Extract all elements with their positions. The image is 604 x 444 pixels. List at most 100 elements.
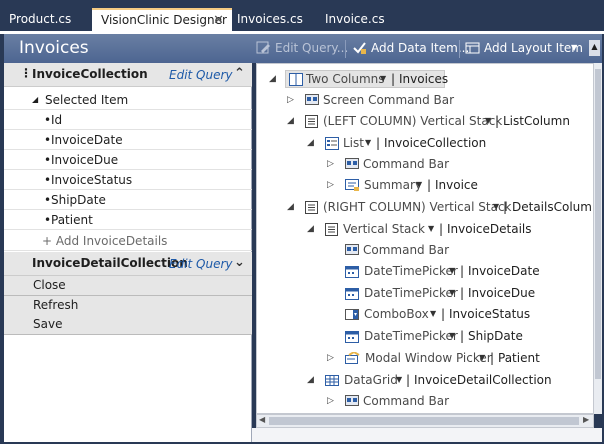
dropdown-arrow-icon[interactable]: ▼ [449, 326, 455, 346]
tree-node-invoice-details-stack[interactable]: ◢ Vertical Stack ▼ | InvoiceDetails [307, 219, 593, 239]
tab-invoices-cs[interactable]: Invoices.cs [228, 9, 318, 31]
scrollbar-thumb[interactable] [269, 417, 579, 425]
tree-node-right-column[interactable]: ◢ (RIGHT COLUMN) Vertical Stack ▼ | Deta… [287, 197, 593, 217]
control-type-label[interactable]: DataGrid [344, 370, 398, 390]
collapse-arrow-icon[interactable]: ◢ [287, 197, 297, 217]
dropdown-arrow-icon[interactable]: ▼ [380, 69, 386, 89]
refresh-command[interactable]: Refresh [4, 296, 252, 316]
dropdown-arrow-icon[interactable]: ▼ [485, 111, 491, 131]
tree-node-ship-date[interactable]: DateTimePicker ▼ | ShipDate [327, 326, 593, 346]
field-item[interactable]: • ShipDate [4, 190, 252, 210]
field-item[interactable]: • InvoiceStatus [4, 170, 252, 190]
add-data-item-button[interactable]: Add Data Item... [352, 38, 469, 58]
dropdown-arrow-icon[interactable]: ▼ [430, 304, 436, 324]
collapse-arrow-icon[interactable]: ◢ [287, 111, 297, 131]
scroll-right-icon[interactable]: ▶ [583, 415, 589, 424]
selected-item-node[interactable]: ◢ Selected Item [4, 90, 252, 110]
field-item[interactable]: • Patient [4, 210, 252, 230]
control-type-label[interactable]: Summary [364, 175, 422, 195]
tree-node-invoice-due[interactable]: DateTimePicker ▼ | InvoiceDue [327, 283, 593, 303]
edit-query-button[interactable]: Edit Query... [256, 38, 348, 58]
control-type-label[interactable]: DateTimePicker [364, 283, 458, 303]
control-name-label: Invoices [399, 72, 449, 86]
collapse-arrow-icon[interactable]: ◢ [307, 133, 317, 153]
tab-product-cs[interactable]: Product.cs [0, 9, 92, 31]
tab-invoice-cs[interactable]: Invoice.cs [316, 9, 406, 31]
tree-node-list-command-bar[interactable]: ▷ Command Bar [327, 154, 587, 174]
dropdown-arrow-icon[interactable]: ▼ [416, 175, 422, 195]
field-item[interactable]: • InvoiceDue [4, 150, 252, 170]
status-strip [252, 428, 602, 442]
close-icon[interactable]: ✕ [213, 10, 224, 31]
vertical-scrollbar[interactable] [594, 63, 602, 414]
separator-bar: | [406, 373, 411, 387]
separator-bar: | [391, 72, 396, 86]
tree-node-invoice-status[interactable]: ComboBox ▼ | InvoiceStatus [327, 304, 593, 324]
expand-arrow-icon[interactable]: ▷ [327, 391, 337, 411]
tab-visionclinic-designer[interactable]: VisionClinic Designer ✕ [92, 8, 232, 31]
add-layout-item-label: Add Layout Item [484, 41, 583, 55]
invoice-detail-collection-group[interactable]: InvoiceDetailCollection Edit Query ⌄ [4, 252, 252, 276]
edit-query-link[interactable]: Edit Query [169, 68, 233, 82]
dropdown-arrow-icon[interactable]: ▼ [479, 348, 485, 368]
scroll-up-icon[interactable]: ▲ [589, 40, 600, 56]
close-command[interactable]: Close [4, 276, 252, 296]
control-type-label[interactable]: ComboBox [364, 304, 429, 324]
collapse-arrow-icon[interactable]: ◢ [307, 219, 317, 239]
tree-node-list[interactable]: ◢ List ▼ | InvoiceCollection [307, 133, 593, 153]
invoice-collection-group[interactable]: ⋮ InvoiceCollection Edit Query ⌃ [4, 63, 252, 87]
field-label: Id [51, 113, 63, 127]
tree-node-patient-picker[interactable]: ▷ Modal Window Picker ▼ | Patient [327, 348, 593, 368]
tree-node-data-grid[interactable]: ◢ DataGrid ▼ | InvoiceDetailCollection [307, 370, 593, 390]
dropdown-arrow-icon[interactable]: ▼ [365, 133, 371, 153]
control-name-label: InvoiceStatus [449, 307, 531, 321]
vertical-stack-icon [325, 223, 338, 236]
document-tab-strip: Product.cs VisionClinic Designer ✕ Invoi… [0, 0, 604, 31]
expand-arrow-icon[interactable]: ◢ [32, 90, 38, 110]
dropdown-arrow-icon[interactable]: ▼ [428, 219, 434, 239]
tree-node-invoice-date[interactable]: DateTimePicker ▼ | InvoiceDate [327, 261, 593, 281]
scroll-left-icon[interactable]: ◀ [259, 415, 265, 424]
tree-node-grid-command-bar[interactable]: ▷ Command Bar [327, 391, 587, 411]
collapse-arrow-icon[interactable]: ◢ [269, 69, 279, 89]
control-type-label[interactable]: (LEFT COLUMN) Vertical Stack [323, 111, 502, 131]
dropdown-arrow-icon[interactable]: ▼ [493, 197, 499, 217]
command-bar-icon [345, 395, 359, 406]
control-type-label[interactable]: Modal Window Picker [365, 348, 492, 368]
drag-handle-icon[interactable]: ⋮ [20, 66, 32, 80]
field-item[interactable]: • InvoiceDate [4, 130, 252, 150]
save-command[interactable]: Save [4, 315, 252, 335]
control-type-label[interactable]: (RIGHT COLUMN) Vertical Stack [323, 197, 512, 217]
dropdown-arrow-icon[interactable]: ▼ [449, 261, 455, 281]
chevron-up-icon[interactable]: ⌃ [234, 66, 245, 81]
expand-arrow-icon[interactable]: ▷ [287, 90, 297, 110]
command-bar-icon [345, 244, 359, 255]
tree-node-details-command-bar[interactable]: Command Bar [327, 240, 587, 260]
calendar-icon [345, 266, 359, 278]
dropdown-arrow-icon[interactable]: ▼ [449, 283, 455, 303]
expand-arrow-icon[interactable]: ▷ [327, 348, 337, 368]
tree-node-screen-command-bar[interactable]: ▷ Screen Command Bar [287, 90, 587, 110]
horizontal-scrollbar[interactable]: ◀ ▶ [256, 414, 594, 428]
control-type-label[interactable]: DateTimePicker [364, 261, 458, 281]
command-label: Save [33, 317, 63, 331]
tree-node-root[interactable]: ◢ Two Columns ▼ | Invoices [269, 69, 589, 89]
dropdown-arrow-icon[interactable]: ▼ [396, 370, 402, 390]
add-layout-item-button[interactable]: Add Layout Item ▼ [465, 38, 583, 58]
field-item[interactable]: • Id [4, 110, 252, 130]
control-type-label[interactable]: DateTimePicker [364, 326, 458, 346]
tree-node-summary[interactable]: ▷ Summary ▼ | Invoice [327, 175, 587, 195]
expand-arrow-icon[interactable]: ▷ [327, 154, 337, 174]
scrollbar-thumb[interactable] [595, 69, 601, 379]
chevron-down-icon[interactable]: ⌄ [234, 255, 245, 270]
control-type-label[interactable]: List [343, 133, 364, 153]
tab-label: VisionClinic Designer [101, 13, 227, 27]
control-type-label[interactable]: Vertical Stack [343, 219, 425, 239]
edit-query-link[interactable]: Edit Query [169, 257, 233, 271]
expand-arrow-icon[interactable]: ▷ [327, 175, 337, 195]
control-type-label[interactable]: Two Columns [306, 69, 385, 89]
collapse-arrow-icon[interactable]: ◢ [307, 370, 317, 390]
tree-node-left-column[interactable]: ◢ (LEFT COLUMN) Vertical Stack ▼ | ListC… [287, 111, 593, 131]
control-name-label: ShipDate [468, 329, 523, 343]
add-invoice-details-link[interactable]: + Add InvoiceDetails [4, 231, 252, 251]
